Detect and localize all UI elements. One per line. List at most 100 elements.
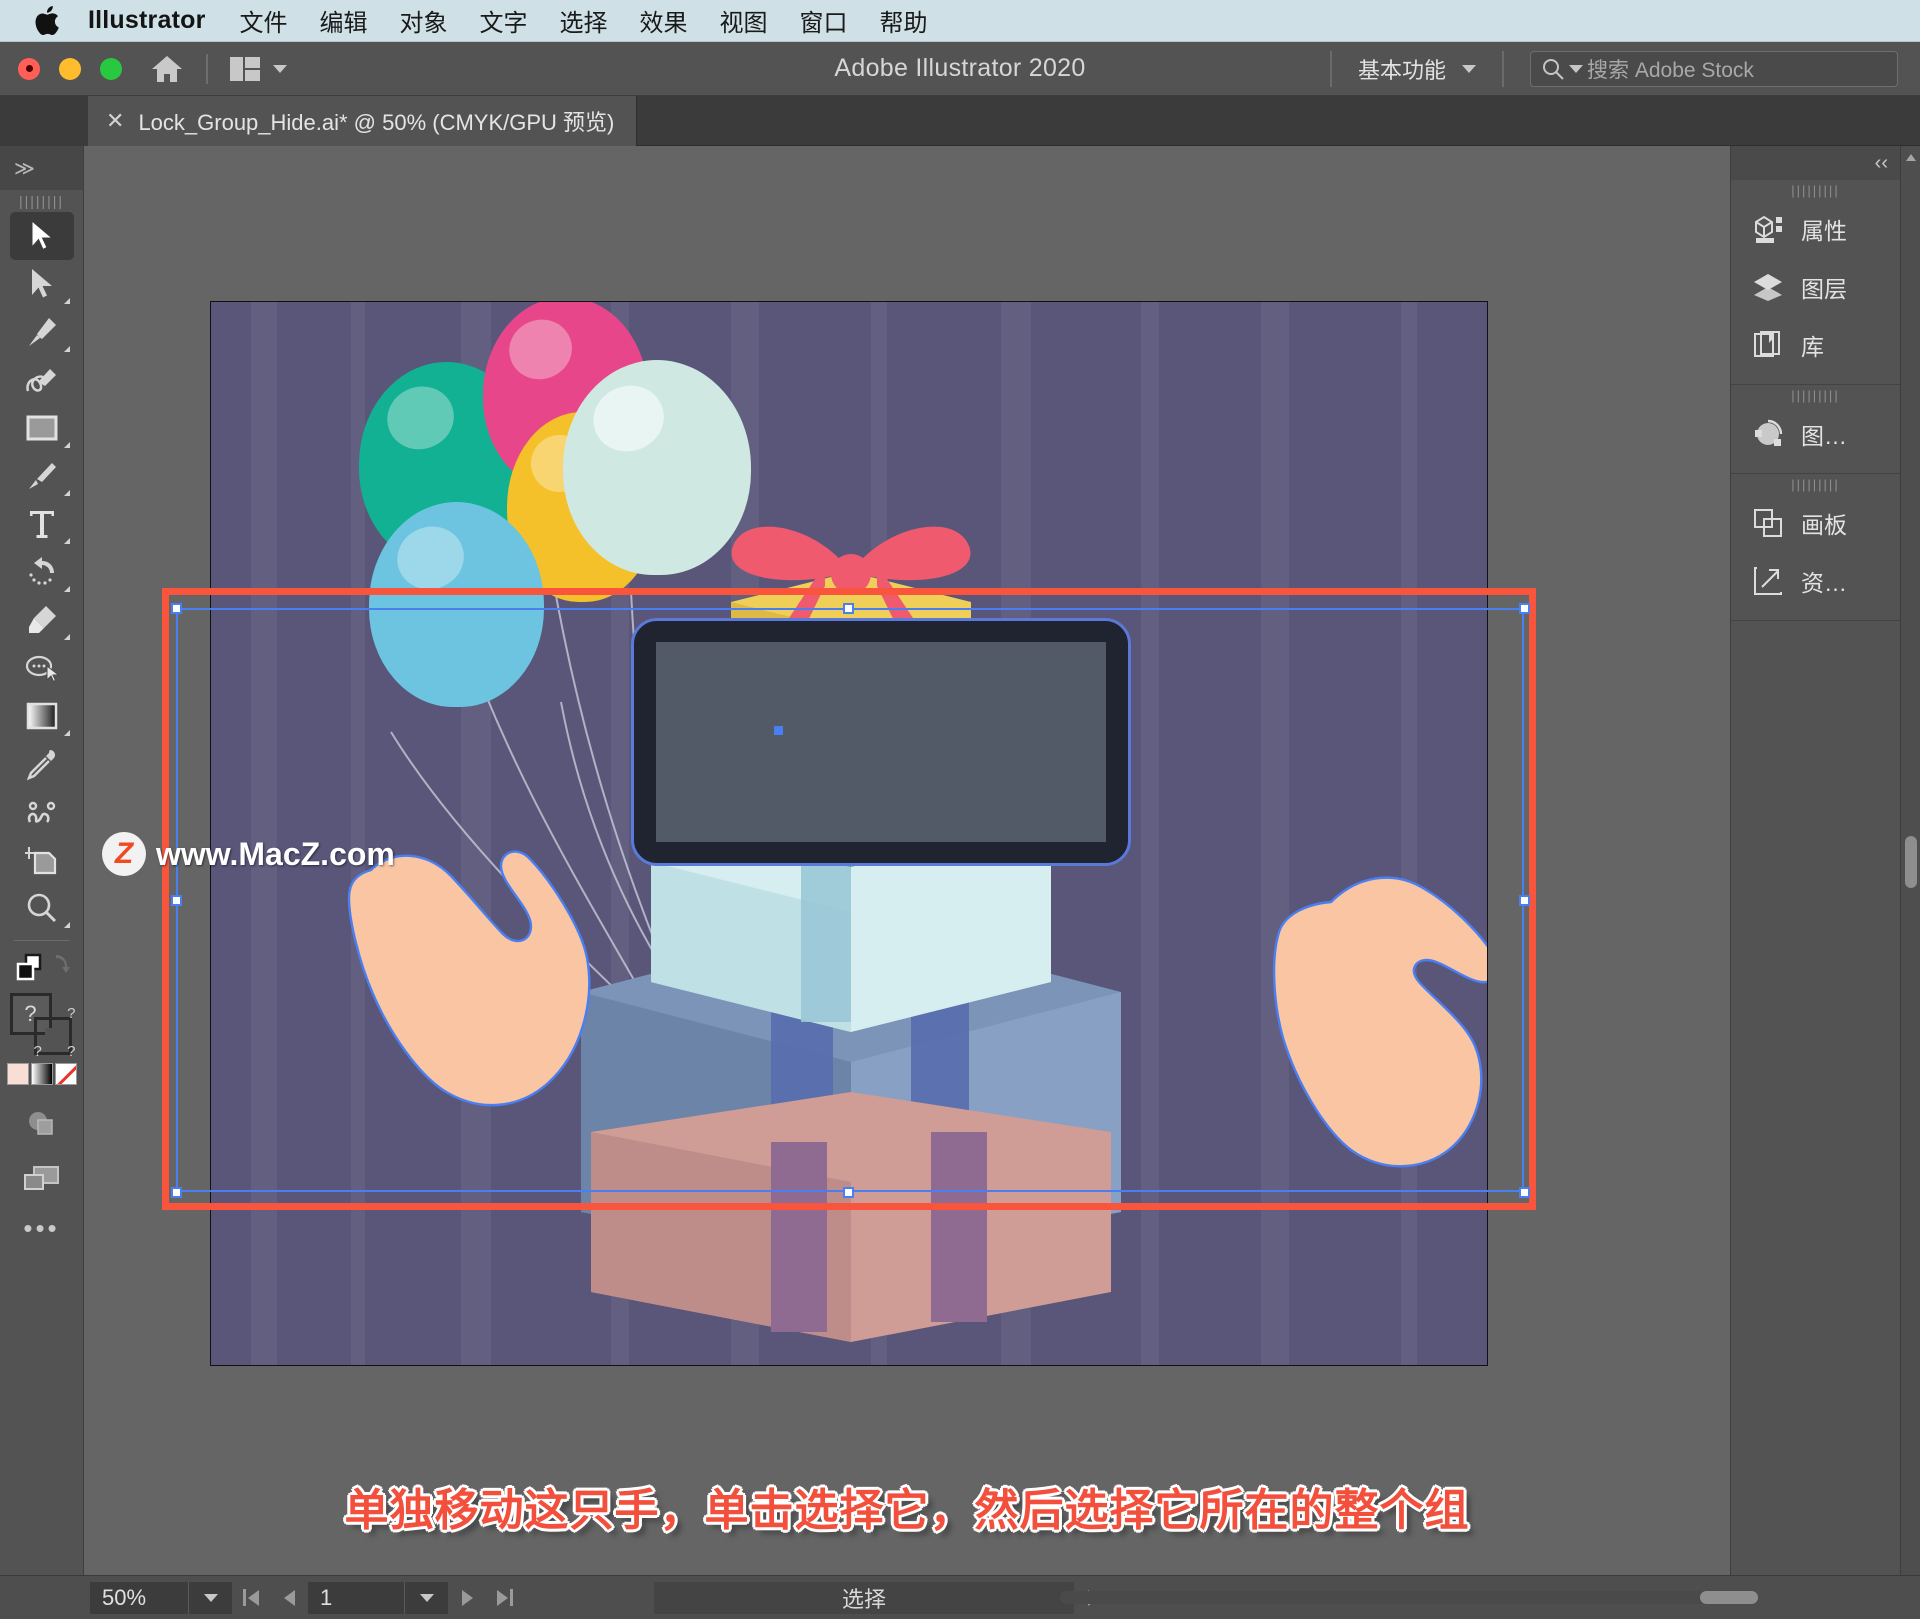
chevron-down-icon — [204, 1594, 218, 1602]
stroke-question-glyph: ? — [34, 1043, 42, 1060]
panel-tab-label: 画板 — [1801, 506, 1847, 540]
panel-tab-layers[interactable]: 图层 — [1731, 258, 1900, 316]
close-window-button[interactable] — [18, 58, 40, 80]
collapse-panels-button[interactable]: ‹‹ — [1731, 146, 1900, 180]
workspace-switcher[interactable]: 基本功能 — [1332, 53, 1502, 85]
gradient-tool[interactable] — [10, 692, 74, 740]
symbol-sprayer-tool[interactable] — [10, 788, 74, 836]
search-input[interactable]: 搜索 Adobe Stock — [1530, 51, 1898, 87]
maximize-window-button[interactable] — [100, 58, 122, 80]
panel-tab-graphic-styles[interactable]: 图… — [1731, 405, 1900, 463]
color-swatch[interactable] — [7, 1063, 29, 1085]
menu-effect[interactable]: 效果 — [640, 3, 688, 38]
menu-edit[interactable]: 编辑 — [320, 3, 368, 38]
eraser-tool[interactable] — [10, 596, 74, 644]
horizontal-scroll-thumb[interactable] — [1700, 1591, 1758, 1604]
artboard-dropdown-button[interactable] — [404, 1582, 448, 1614]
scroll-up-icon[interactable] — [1906, 154, 1916, 161]
canvas-area[interactable]: Z www.MacZ.com 单独移动这只手，单击选择它，然后选择它所在的整个组 — [84, 146, 1730, 1619]
zoom-tool[interactable] — [10, 884, 74, 932]
close-icon[interactable]: ✕ — [106, 110, 124, 132]
artboards-icon — [1751, 506, 1785, 540]
flyout-indicator-icon — [64, 634, 70, 640]
edit-toolbar-button[interactable]: ••• — [0, 1213, 83, 1244]
paintbrush-tool[interactable] — [10, 452, 74, 500]
arrange-documents-icon[interactable] — [230, 57, 287, 81]
menu-window[interactable]: 窗口 — [800, 3, 848, 38]
menu-object[interactable]: 对象 — [400, 3, 448, 38]
dock-group-grip[interactable]: ||||||||| — [1731, 385, 1900, 405]
minimize-window-button[interactable] — [59, 58, 81, 80]
panel-tab-artboards[interactable]: 画板 — [1731, 494, 1900, 552]
tools-panel-collapse-button[interactable]: ≫ — [0, 146, 83, 190]
direct-selection-tool[interactable] — [10, 260, 74, 308]
selection-handle[interactable] — [1519, 895, 1530, 906]
chevron-down-icon[interactable] — [1569, 65, 1583, 73]
type-tool[interactable] — [10, 500, 74, 548]
tools-panel-grip[interactable]: |||||||| — [0, 190, 83, 212]
dock-group-grip[interactable]: ||||||||| — [1731, 474, 1900, 494]
selection-handle[interactable] — [171, 603, 182, 614]
selection-handle[interactable] — [1519, 603, 1530, 614]
menu-file[interactable]: 文件 — [240, 3, 288, 38]
zoom-dropdown-button[interactable] — [188, 1582, 232, 1614]
horizontal-scroll-track[interactable] — [1060, 1591, 1730, 1604]
selection-handle[interactable] — [1519, 1187, 1530, 1198]
selection-handle[interactable] — [171, 1187, 182, 1198]
app-title-bar: Adobe Illustrator 2020 基本功能 搜索 Adobe Sto… — [0, 42, 1920, 96]
chevron-down-icon — [1462, 65, 1476, 73]
first-artboard-button[interactable] — [232, 1582, 270, 1614]
menu-help[interactable]: 帮助 — [880, 3, 928, 38]
menu-type[interactable]: 文字 — [480, 3, 528, 38]
graphic-styles-icon — [1751, 417, 1785, 451]
eyedropper-tool[interactable] — [10, 740, 74, 788]
screen-mode-icon[interactable] — [10, 1155, 74, 1203]
gradient-swatch[interactable] — [31, 1063, 53, 1085]
selection-anchor-point[interactable] — [774, 726, 783, 735]
pen-tool[interactable] — [10, 308, 74, 356]
right-dock-panel: ‹‹ ||||||||| 属性 — [1730, 146, 1900, 1619]
panel-tab-asset-export[interactable]: 资… — [1731, 552, 1900, 610]
selection-handle[interactable] — [843, 603, 854, 614]
home-icon[interactable] — [150, 54, 184, 84]
none-swatch[interactable] — [55, 1063, 77, 1085]
prev-artboard-button[interactable] — [270, 1582, 308, 1614]
panel-tab-libraries[interactable]: 库 — [1731, 316, 1900, 374]
menu-select[interactable]: 选择 — [560, 3, 608, 38]
flyout-indicator-icon — [64, 346, 70, 352]
properties-icon — [1751, 212, 1785, 246]
chevron-down-icon[interactable] — [273, 65, 287, 73]
dock-group-2: ||||||||| 图… — [1731, 385, 1900, 474]
draw-mode-icon[interactable] — [10, 1099, 74, 1147]
tools-divider — [14, 940, 70, 941]
document-tab[interactable]: ✕ Lock_Group_Hide.ai* @ 50% (CMYK/GPU 预览… — [88, 96, 637, 146]
panel-tab-properties[interactable]: 属性 — [1731, 200, 1900, 258]
selection-handle[interactable] — [171, 895, 182, 906]
rotate-tool[interactable] — [10, 548, 74, 596]
vertical-scroll-thumb[interactable] — [1905, 836, 1917, 888]
illustrator-window: Illustrator 文件 编辑 对象 文字 选择 效果 视图 窗口 帮助 — [0, 0, 1920, 1619]
apple-logo-icon[interactable] — [34, 6, 60, 36]
instruction-caption: 单独移动这只手，单击选择它，然后选择它所在的整个组 — [84, 1474, 1730, 1538]
canvas-vertical-scrollbar[interactable] — [1900, 146, 1920, 1593]
artboard-tool[interactable] — [10, 836, 74, 884]
zoom-level-input[interactable]: 50% — [90, 1582, 188, 1614]
swap-fill-stroke-icon[interactable] — [10, 949, 74, 989]
curvature-tool[interactable] — [10, 356, 74, 404]
canvas-horizontal-scrollbar[interactable] — [820, 1575, 1920, 1619]
flyout-indicator-icon — [64, 442, 70, 448]
selection-handle[interactable] — [843, 1187, 854, 1198]
selection-tool[interactable] — [10, 212, 74, 260]
last-artboard-button[interactable] — [486, 1582, 524, 1614]
panel-tab-label: 库 — [1801, 328, 1824, 362]
menu-view[interactable]: 视图 — [720, 3, 768, 38]
shaper-tool[interactable] — [10, 644, 74, 692]
fill-stroke-indicator[interactable]: ? ? ? ? — [10, 993, 74, 1057]
next-artboard-button[interactable] — [448, 1582, 486, 1614]
dock-group-grip[interactable]: ||||||||| — [1731, 180, 1900, 200]
menubar-app-name[interactable]: Illustrator — [88, 6, 206, 35]
app-window-body: Adobe Illustrator 2020 基本功能 搜索 Adobe Sto… — [0, 42, 1920, 1619]
artboard-number-input[interactable]: 1 — [308, 1582, 404, 1614]
rectangle-tool[interactable] — [10, 404, 74, 452]
selection-bounding-box[interactable] — [176, 608, 1524, 1192]
